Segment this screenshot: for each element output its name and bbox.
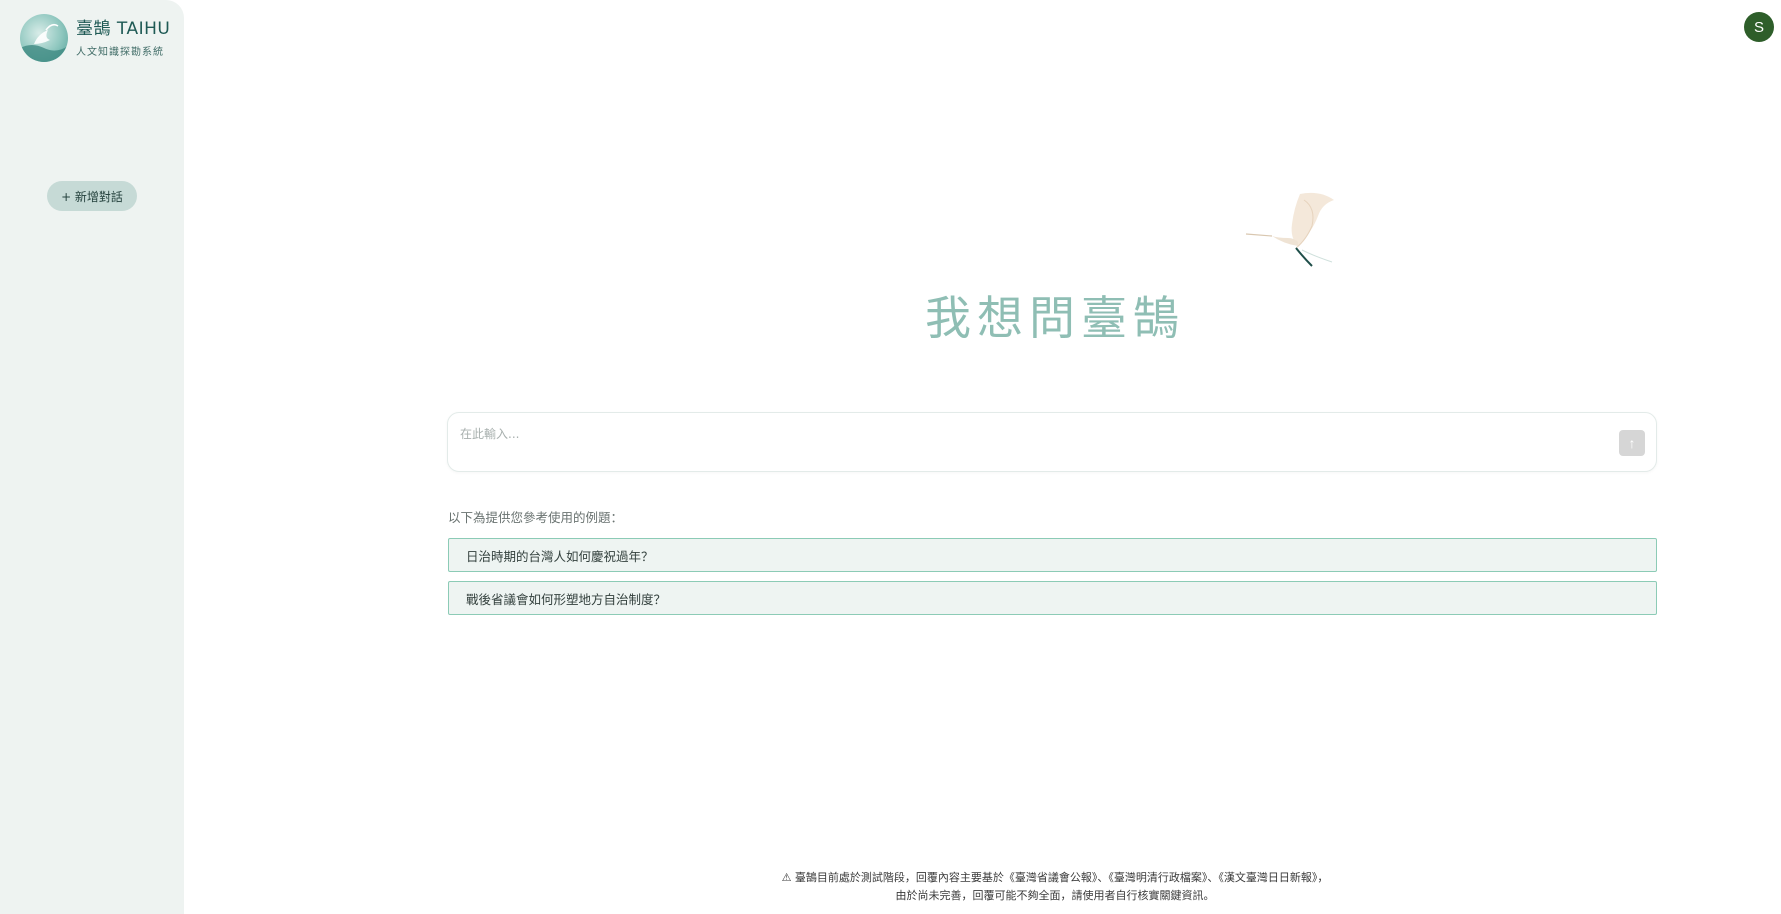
disclaimer-line-2: 由於尚未完善，回覆可能不夠全面，請使用者自行核實關鍵資訊。 xyxy=(895,889,1215,902)
disclaimer-line-1: ⚠ 臺鵠目前處於測試階段，回覆內容主要基於《臺灣省議會公報》、《臺灣明清行政檔案… xyxy=(781,871,1329,884)
disclaimer-footer: ⚠ 臺鵠目前處於測試階段，回覆內容主要基於《臺灣省議會公報》、《臺灣明清行政檔案… xyxy=(640,869,1470,905)
app-root: 臺鵠 TAIHU 人文知識探勘系統 + 新增對話 S 我想問臺鵠 ↑ 以下為提供… xyxy=(0,0,1781,914)
send-button[interactable]: ↑ xyxy=(1619,430,1645,456)
examples-label: 以下為提供您參考使用的例題： xyxy=(448,510,624,525)
example-question-1[interactable]: 日治時期的台灣人如何慶祝過年？ xyxy=(448,538,1657,572)
heron-illustration-icon xyxy=(1242,186,1342,294)
user-avatar[interactable]: S xyxy=(1744,12,1774,42)
heron-logo-icon xyxy=(20,14,68,62)
new-chat-button[interactable]: + 新增對話 xyxy=(47,181,137,211)
example-question-2[interactable]: 戰後省議會如何形塑地方自治制度？ xyxy=(448,581,1657,615)
chat-input[interactable] xyxy=(460,425,1600,461)
hero-title: 我想問臺鵠 xyxy=(925,291,1185,345)
brand-subtitle: 人文知識探勘系統 xyxy=(76,47,164,58)
brand-title: 臺鵠 TAIHU xyxy=(76,19,171,39)
chat-input-box: ↑ xyxy=(447,412,1657,472)
sidebar: 臺鵠 TAIHU 人文知識探勘系統 + 新增對話 xyxy=(0,0,184,914)
arrow-up-icon: ↑ xyxy=(1628,435,1636,451)
brand[interactable]: 臺鵠 TAIHU 人文知識探勘系統 xyxy=(20,14,170,62)
